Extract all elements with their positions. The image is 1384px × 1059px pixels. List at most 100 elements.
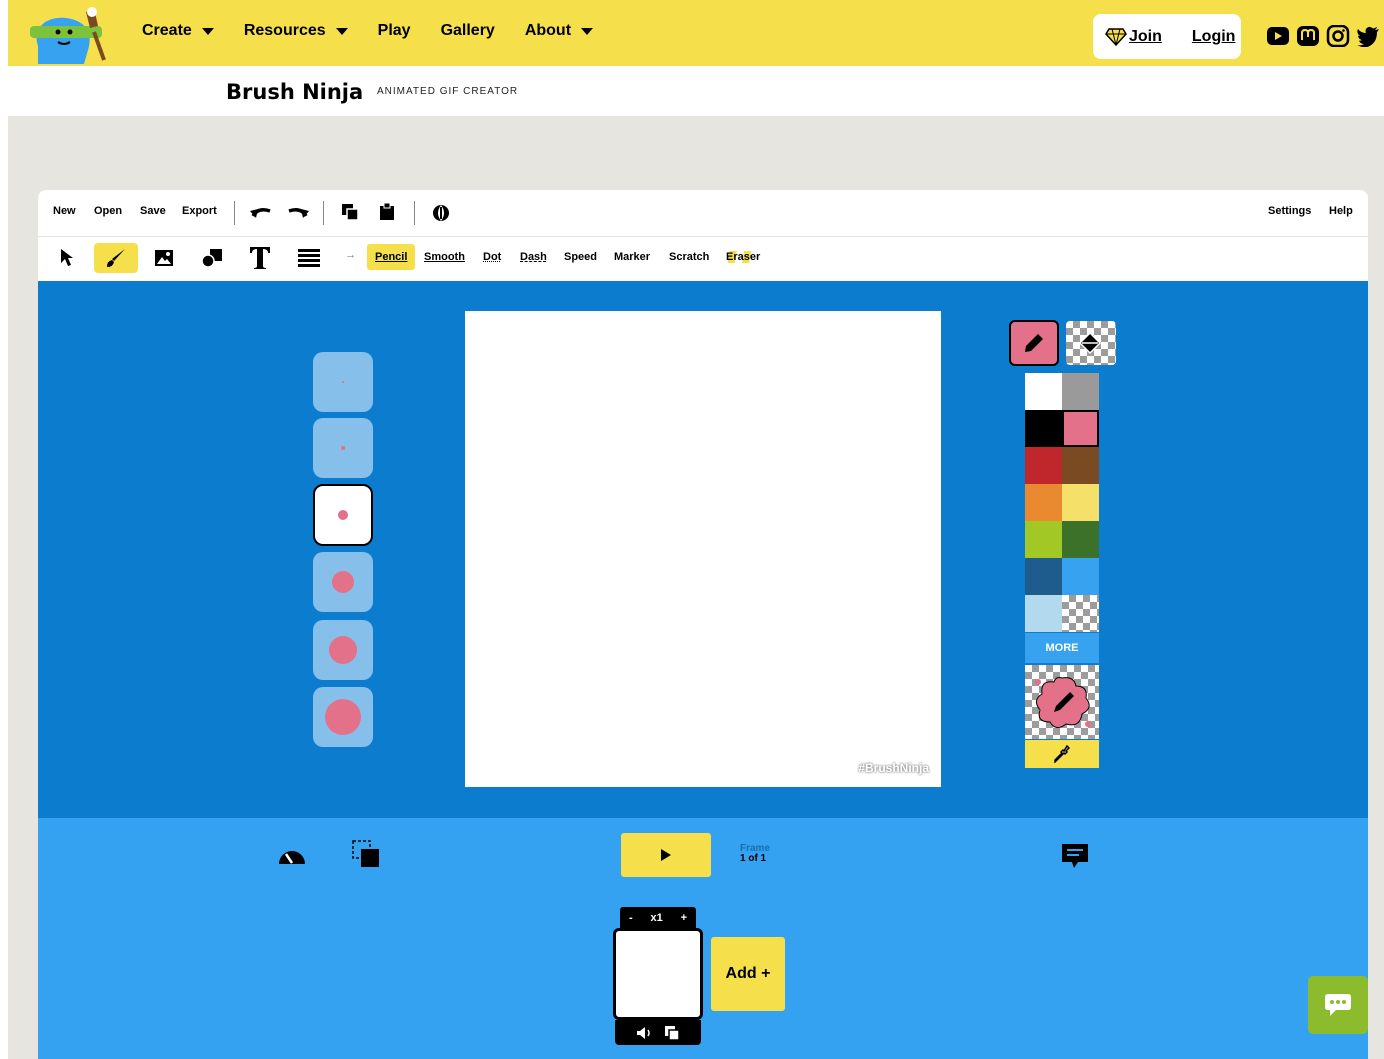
- login-link[interactable]: Login: [1192, 28, 1236, 46]
- nav-about[interactable]: About: [524, 22, 594, 40]
- frame-duration-plus[interactable]: +: [681, 912, 687, 924]
- nav-play[interactable]: Play: [378, 22, 411, 40]
- paste-icon[interactable]: [379, 202, 395, 221]
- add-frame-button[interactable]: Add +: [711, 937, 785, 1011]
- nav-create[interactable]: Create: [142, 22, 214, 40]
- brush-size-4[interactable]: [313, 552, 373, 612]
- text-tool[interactable]: [238, 243, 282, 273]
- onion-skin-icon[interactable]: [431, 203, 451, 223]
- save-button[interactable]: Save: [140, 205, 166, 217]
- eyedropper-button[interactable]: [1025, 740, 1099, 768]
- instagram-icon[interactable]: [1326, 25, 1350, 47]
- brush-pencil[interactable]: Pencil: [367, 244, 416, 270]
- stroke-color-toggle[interactable]: [1009, 320, 1059, 366]
- select-icon: [61, 249, 73, 266]
- brush-dot[interactable]: Dot: [483, 251, 501, 263]
- lines-tool[interactable]: [287, 243, 331, 273]
- brush-smooth[interactable]: Smooth: [424, 251, 465, 263]
- brush-speed[interactable]: Speed: [564, 251, 597, 263]
- twitter-icon[interactable]: [1356, 25, 1380, 47]
- mastodon-icon[interactable]: [1296, 25, 1320, 47]
- brush-size-1[interactable]: [313, 352, 373, 412]
- brush-size-5[interactable]: [313, 620, 373, 680]
- chevron-down-icon: [201, 27, 214, 35]
- title-row: [0, 66, 1384, 116]
- nav-gallery[interactable]: Gallery: [441, 22, 495, 40]
- more-colors-button[interactable]: MORE: [1025, 633, 1099, 663]
- account-box: Join Login: [1093, 14, 1241, 59]
- color-swatch-yellow[interactable]: [1062, 484, 1099, 521]
- nav-about-label: About: [524, 22, 572, 39]
- nav-gallery-label: Gallery: [440, 22, 495, 39]
- chevron-down-icon: [581, 27, 594, 35]
- image-tool[interactable]: [142, 243, 186, 273]
- settings-button[interactable]: Settings: [1268, 205, 1311, 217]
- sound-icon[interactable]: [636, 1026, 652, 1040]
- color-swatch-blue[interactable]: [1062, 558, 1099, 595]
- new-button[interactable]: New: [53, 205, 76, 217]
- play-button[interactable]: [621, 833, 711, 877]
- open-button[interactable]: Open: [94, 205, 122, 217]
- frame-counter: Frame 1 of 1: [740, 844, 770, 864]
- pencil-icon: [1025, 334, 1043, 352]
- color-swatch-pink[interactable]: [1062, 410, 1099, 447]
- brush-icon: [107, 249, 125, 267]
- speed-gauge-icon[interactable]: [277, 846, 307, 866]
- text-icon: [250, 247, 270, 269]
- chat-bubble-icon: [1325, 994, 1351, 1016]
- brush-dash[interactable]: Dash: [520, 251, 547, 263]
- color-swatch-navy[interactable]: [1025, 558, 1062, 595]
- brush-scratch[interactable]: Scratch: [669, 251, 709, 263]
- nav-resources[interactable]: Resources: [244, 22, 348, 40]
- duplicate-frame-icon[interactable]: [664, 1025, 680, 1041]
- copy-icon[interactable]: [341, 203, 359, 221]
- shapes-tool[interactable]: [190, 243, 234, 273]
- color-swatch-red[interactable]: [1025, 447, 1062, 484]
- color-swatch-brown[interactable]: [1062, 447, 1099, 484]
- select-tool[interactable]: [45, 243, 89, 273]
- brush-size-2[interactable]: [313, 418, 373, 478]
- youtube-icon[interactable]: [1266, 25, 1290, 47]
- timeline-panel: Frame 1 of 1 - x1 + Add +: [38, 818, 1368, 1059]
- brush-size-3[interactable]: [313, 484, 373, 546]
- help-button[interactable]: Help: [1329, 205, 1353, 217]
- eyedropper-icon: [1054, 745, 1070, 763]
- divider: [234, 201, 235, 225]
- nav-menu: Create Resources Play Gallery About: [142, 22, 623, 40]
- color-swatch-orange[interactable]: [1025, 484, 1062, 521]
- paint-bucket-icon: [1078, 331, 1102, 355]
- fill-color-toggle[interactable]: [1066, 321, 1116, 365]
- nav-resources-label: Resources: [243, 22, 326, 39]
- size-dot: [342, 381, 344, 383]
- frame-thumbnail[interactable]: [613, 928, 703, 1020]
- frame-label: Frame: [740, 843, 771, 854]
- size-dot: [341, 446, 345, 450]
- drawing-canvas[interactable]: #BrushNinja: [465, 311, 941, 787]
- onion-layers-icon[interactable]: [352, 840, 380, 868]
- color-swatch-grey[interactable]: [1062, 373, 1099, 410]
- comment-icon[interactable]: [1060, 842, 1090, 870]
- brush-eraser[interactable]: Eraser: [726, 251, 761, 263]
- color-swatch-transparent[interactable]: [1062, 595, 1099, 632]
- chevron-down-icon: [335, 27, 348, 35]
- diamond-icon: [1105, 27, 1127, 46]
- editor-menubar: New Open Save Export Settings Help: [38, 190, 1368, 237]
- brush-marker[interactable]: Marker: [614, 251, 650, 263]
- frame-value: 1 of 1: [740, 853, 767, 864]
- image-icon: [155, 250, 173, 266]
- redo-icon[interactable]: [287, 205, 309, 219]
- brush-tool[interactable]: [94, 243, 138, 273]
- frame-duration-minus[interactable]: -: [629, 912, 633, 924]
- brush-ninja-logo[interactable]: [24, 6, 108, 64]
- join-link[interactable]: Join: [1129, 28, 1162, 46]
- chat-fab[interactable]: [1308, 976, 1368, 1034]
- color-swatch-lime[interactable]: [1025, 521, 1062, 558]
- color-swatch-black[interactable]: [1025, 410, 1062, 447]
- undo-icon[interactable]: [250, 205, 272, 219]
- color-swatch-light-blue[interactable]: [1025, 595, 1062, 632]
- color-swatch-green[interactable]: [1062, 521, 1099, 558]
- brush-size-6[interactable]: [313, 687, 373, 747]
- animation-editor: New Open Save Export Settings Help → Pen…: [38, 190, 1368, 1059]
- color-swatch-white[interactable]: [1025, 373, 1062, 410]
- export-button[interactable]: Export: [182, 205, 217, 217]
